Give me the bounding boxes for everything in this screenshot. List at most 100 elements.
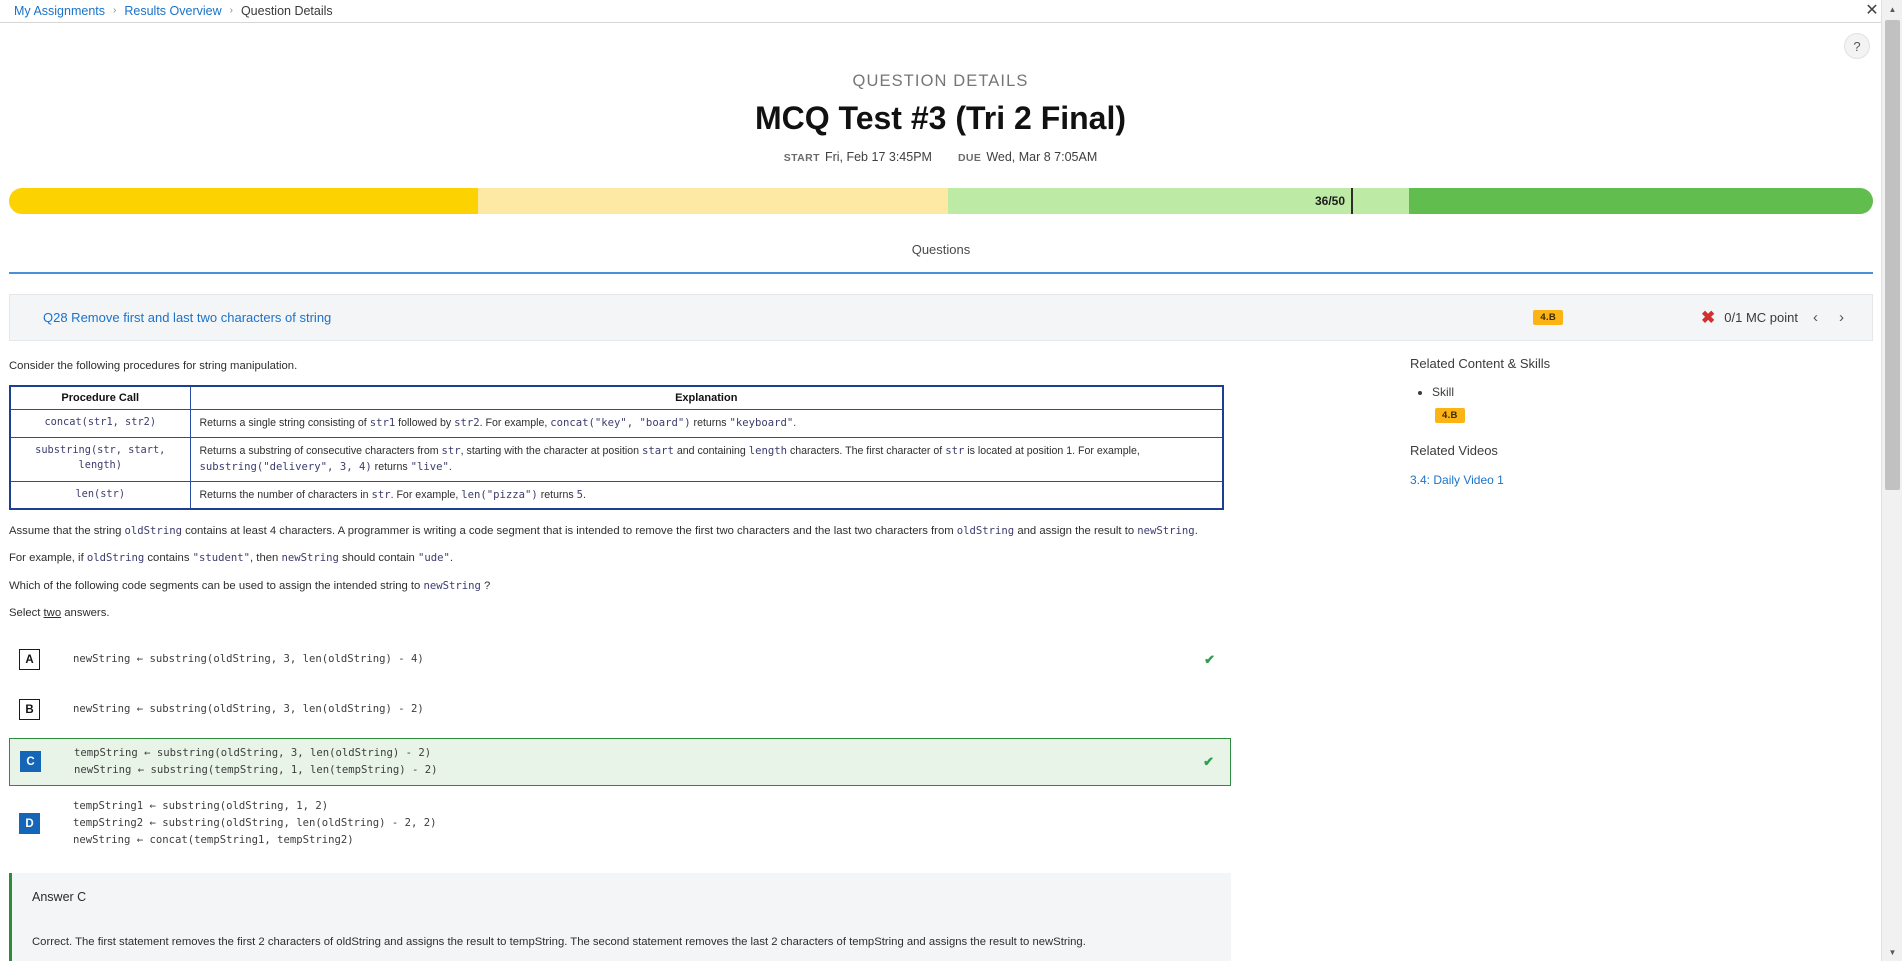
scroll-down-icon[interactable]: ▼ xyxy=(1882,943,1902,961)
progress-segment-light-green: 36/50 xyxy=(948,188,1353,214)
select-instruction-post: answers. xyxy=(61,607,110,620)
next-question-icon[interactable]: › xyxy=(1833,310,1850,325)
previous-question-icon[interactable]: ‹ xyxy=(1807,310,1824,325)
question-paragraphs: Assume that the string oldString contain… xyxy=(9,523,1224,594)
answer-options: AnewString ← substring(oldString, 3, len… xyxy=(9,638,1231,856)
skill-list: Skill xyxy=(1432,385,1740,399)
text-token: contains at least 4 characters. A progra… xyxy=(181,525,957,537)
page-title: MCQ Test #3 (Tri 2 Final) xyxy=(754,100,1127,136)
column-header-explanation: Explanation xyxy=(189,385,1224,411)
text-token: . xyxy=(449,552,454,565)
breadcrumb-item-my-assignments[interactable]: My Assignments xyxy=(14,4,105,18)
text-token: returns xyxy=(690,417,730,430)
text-token: contains xyxy=(144,552,193,565)
code-token: concat("key", "board") xyxy=(550,417,691,430)
option-letter-b[interactable]: B xyxy=(19,699,40,720)
score-progress-bar: 36/50 xyxy=(9,188,1873,214)
table-row: concat(str1, str2) Returns a single strin… xyxy=(9,409,1224,438)
option-code: newString ← substring(oldString, 3, len(… xyxy=(73,702,424,715)
cell-explanation: Returns the number of characters in str.… xyxy=(189,480,1224,510)
text-token: Which of the following code segments can… xyxy=(9,579,424,592)
code-token: "keyboard" xyxy=(729,417,794,430)
option-letter-c[interactable]: C xyxy=(20,751,41,773)
code-token: str xyxy=(945,444,965,457)
table-header-row: Procedure Call Explanation xyxy=(9,385,1224,411)
scroll-up-icon[interactable]: ▲ xyxy=(1882,0,1902,18)
code-token: str xyxy=(371,488,391,501)
cell-explanation: Returns a substring of consecutive chara… xyxy=(189,436,1224,482)
code-token: str xyxy=(441,444,461,457)
option-code: tempString1 ← substring(oldString, 1, 2)… xyxy=(73,799,437,847)
select-instruction-pre: Select xyxy=(9,607,44,620)
text-token: , then xyxy=(250,552,282,565)
breadcrumb-separator-icon: › xyxy=(113,5,117,16)
progress-segment-green xyxy=(1409,188,1873,214)
breadcrumb-item-question-details: Question Details xyxy=(240,4,333,18)
code-token: oldString xyxy=(956,525,1015,537)
question-header-right: 4.B ✖ 0/1 MC point ‹ › xyxy=(1533,295,1872,340)
text-token: For example, if xyxy=(9,552,87,565)
code-token: newString xyxy=(281,552,339,565)
sidebar-skill-badge-row: 4.B xyxy=(1435,405,1740,423)
question-paragraph: For example, if oldString contains "stud… xyxy=(9,550,1224,566)
vertical-scrollbar[interactable]: ▲ ▼ xyxy=(1881,0,1902,961)
breadcrumb: My Assignments › Results Overview › Ques… xyxy=(0,0,1881,23)
sidebar-skill-badge: 4.B xyxy=(1435,408,1465,423)
text-token: and assign the result to xyxy=(1014,525,1138,537)
breadcrumb-item-results-overview[interactable]: Results Overview xyxy=(124,4,221,18)
text-token: Returns the number of characters in xyxy=(199,488,372,501)
text-token: , starting with the character at positio… xyxy=(460,444,643,457)
code-token: newString xyxy=(1137,525,1195,537)
question-title-link[interactable]: Q28 Remove first and last two characters… xyxy=(43,310,331,325)
text-token: . xyxy=(448,461,452,474)
correct-check-icon: ✔ xyxy=(1204,651,1215,667)
related-videos-heading: Related Videos xyxy=(1410,443,1498,458)
code-token: length xyxy=(748,444,787,457)
text-token: characters. The first character of xyxy=(787,444,946,457)
code-token: str2 xyxy=(454,417,480,430)
code-token: "live" xyxy=(410,461,449,474)
answer-option-a[interactable]: AnewString ← substring(oldString, 3, len… xyxy=(9,638,1231,682)
tab-questions[interactable]: Questions xyxy=(898,240,985,265)
procedures-table: Procedure Call Explanation concat(str1, … xyxy=(9,385,1224,510)
progress-segment-gold xyxy=(9,188,478,214)
question-paragraph: Which of the following code segments can… xyxy=(9,578,1224,594)
start-label: START xyxy=(783,152,820,164)
question-paragraph: Assume that the string oldString contain… xyxy=(9,523,1224,539)
table-row: substring(str, start, length) Returns a s… xyxy=(9,436,1224,482)
cell-procedure-call: len(str) xyxy=(9,480,191,510)
code-token: str1 xyxy=(369,417,396,430)
skill-list-item: Skill xyxy=(1432,385,1740,399)
scrollbar-thumb[interactable] xyxy=(1885,20,1900,490)
page-eyebrow: QUESTION DETAILS xyxy=(852,72,1029,90)
answer-option-d[interactable]: DtempString1 ← substring(oldString, 1, 2… xyxy=(9,792,1231,855)
answer-explanation-box: Answer C Correct. The first statement re… xyxy=(9,873,1231,961)
cell-procedure-call: concat(str1, str2) xyxy=(9,409,191,438)
text-token: followed by xyxy=(395,417,455,430)
code-token: substring("delivery", 3, 4) xyxy=(199,461,372,474)
text-token: . xyxy=(1194,525,1198,537)
help-icon[interactable]: ? xyxy=(1844,33,1870,59)
code-token: newString xyxy=(423,579,481,592)
answer-title: Answer C xyxy=(32,890,87,905)
table-row: len(str) Returns the number of characters… xyxy=(9,480,1224,510)
incorrect-x-icon: ✖ xyxy=(1701,308,1716,327)
option-code: newString ← substring(oldString, 3, len(… xyxy=(73,652,424,665)
question-header-strip: Q28 Remove first and last two characters… xyxy=(9,294,1873,341)
code-token: "ude" xyxy=(417,552,450,565)
option-letter-d[interactable]: D xyxy=(19,813,40,835)
option-letter-a[interactable]: A xyxy=(19,649,40,670)
text-token: is located at position 1. For example, xyxy=(964,444,1140,457)
answer-option-b[interactable]: BnewString ← substring(oldString, 3, len… xyxy=(9,688,1231,732)
correct-check-icon: ✔ xyxy=(1203,753,1214,769)
related-video-link[interactable]: 3.4: Daily Video 1 xyxy=(1410,473,1504,487)
answer-option-c[interactable]: CtempString ← substring(oldString, 3, le… xyxy=(9,737,1231,786)
text-token: ? xyxy=(480,579,491,592)
code-token: start xyxy=(642,444,674,457)
progress-score-label: 36/50 xyxy=(1314,194,1345,208)
text-token: . For example, xyxy=(479,417,551,430)
tab-bar: Questions xyxy=(9,240,1873,274)
select-instruction: Select two answers. xyxy=(9,605,1224,621)
question-score: 0/1 MC point xyxy=(1724,310,1798,325)
text-token: Assume that the string xyxy=(9,525,125,537)
